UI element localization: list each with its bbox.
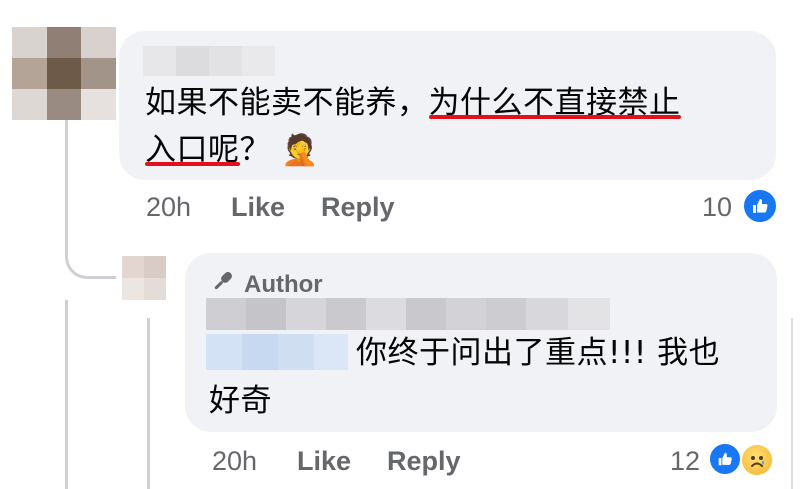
comment-text: 如果不能卖不能养，为什么不直接禁止入口呢？ 🤦: [145, 80, 760, 174]
thread-line: [65, 118, 68, 258]
tagged-name-redacted[interactable]: [206, 334, 348, 370]
reply-timestamp[interactable]: 20h: [212, 446, 257, 477]
author-label: Author: [244, 270, 323, 298]
facepalm-emoji: 🤦: [281, 133, 320, 168]
reply-name-redacted[interactable]: [206, 298, 610, 330]
reply-text-line2: 好奇: [209, 383, 272, 419]
author-badge: Author: [210, 268, 323, 301]
reply-avatar[interactable]: [122, 256, 166, 300]
comment-text-part1: 如果不能卖不能养，: [145, 85, 429, 121]
reaction-count[interactable]: 10: [702, 192, 732, 223]
reply-text: 你终于问出了重点!!! 我也: [356, 335, 721, 371]
comment-text-highlight-2: 入口呢: [145, 132, 240, 168]
reply-thread-line: [147, 318, 150, 489]
edge-divider: [791, 318, 793, 489]
thumbs-up-icon[interactable]: [708, 442, 742, 476]
thread-connector: [65, 238, 116, 279]
thread-line-lower: [65, 300, 68, 489]
avatar[interactable]: [12, 27, 116, 120]
comment-timestamp[interactable]: 20h: [146, 192, 191, 223]
reply-reply-button[interactable]: Reply: [387, 446, 461, 477]
like-button[interactable]: Like: [231, 192, 285, 223]
reply-like-button[interactable]: Like: [297, 446, 351, 477]
sad-face-icon[interactable]: [740, 443, 774, 477]
commenter-name-redacted[interactable]: [143, 46, 275, 76]
microphone-icon: [210, 268, 236, 301]
thumbs-up-icon[interactable]: [742, 188, 778, 224]
comment-text-highlight: 为什么不直接禁止: [428, 85, 681, 121]
reply-reaction-count[interactable]: 12: [670, 446, 700, 477]
comment-text-part2: ？: [239, 132, 271, 168]
reply-button[interactable]: Reply: [321, 192, 395, 223]
